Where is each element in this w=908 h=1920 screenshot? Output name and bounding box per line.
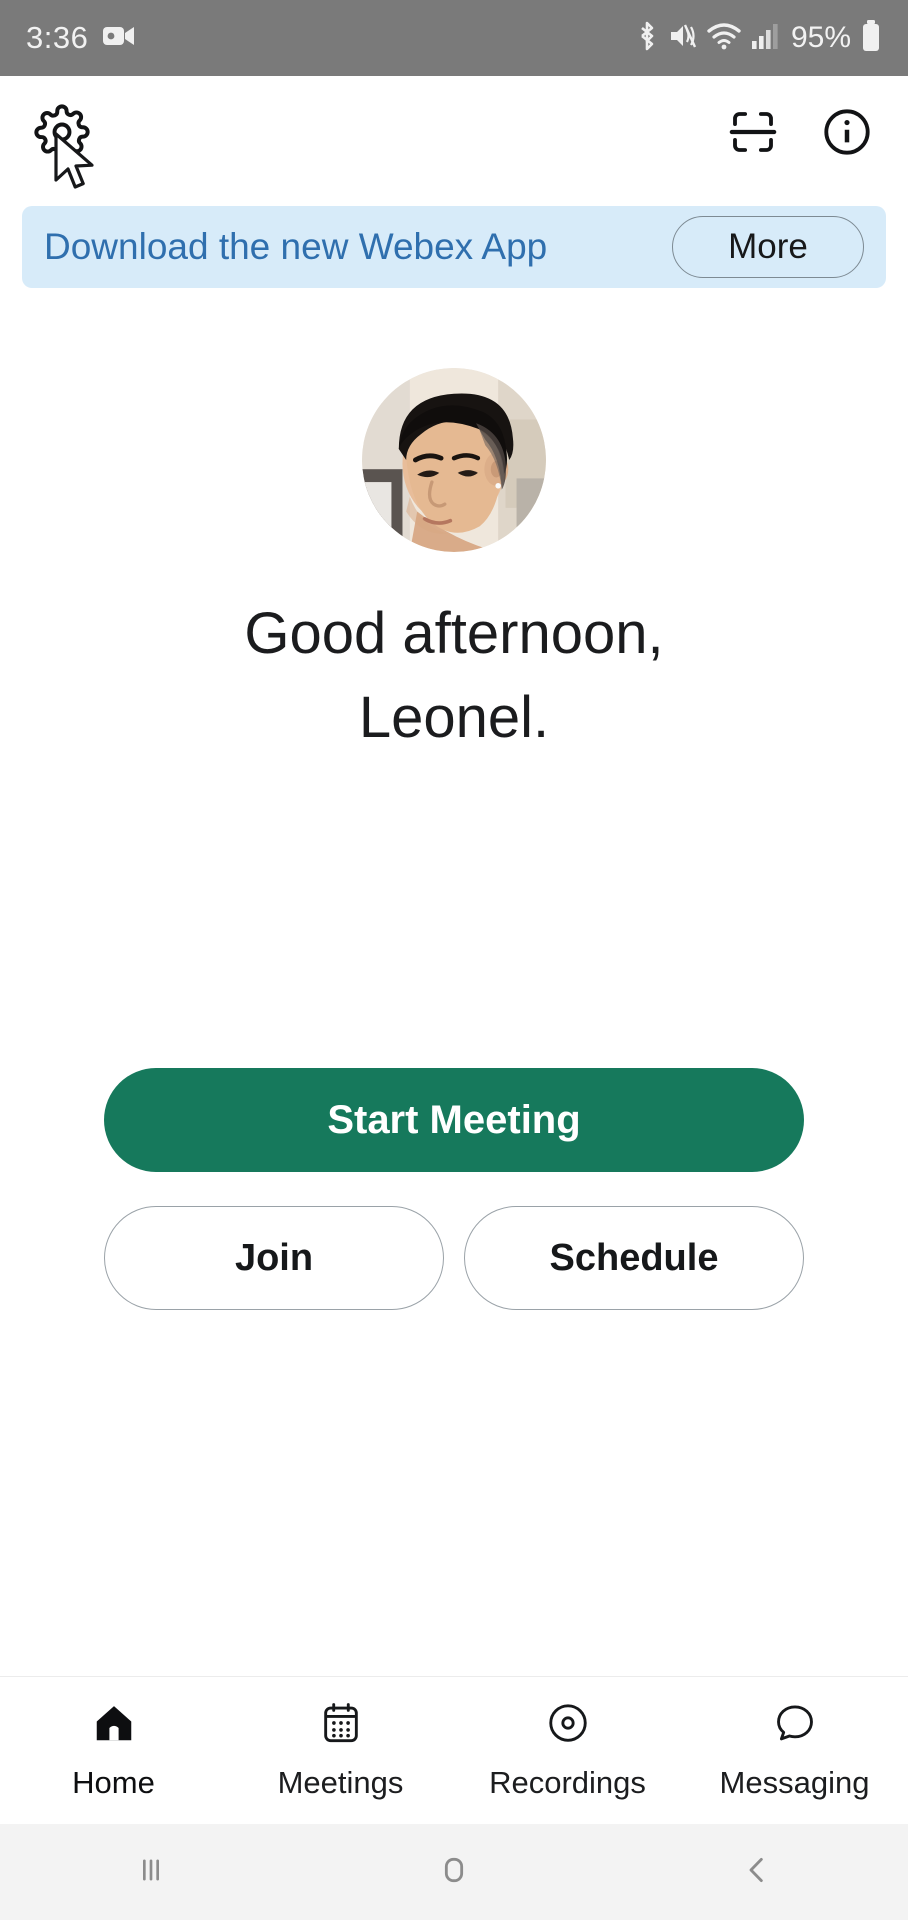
info-circle-icon — [820, 105, 874, 164]
recents-icon — [131, 1850, 171, 1895]
video-camera-icon — [102, 23, 136, 54]
tab-label-messaging: Messaging — [719, 1765, 870, 1800]
start-meeting-button[interactable]: Start Meeting — [104, 1068, 804, 1172]
info-button[interactable] — [820, 105, 874, 164]
greeting-text: Good afternoon, Leonel. — [244, 592, 663, 760]
back-chevron-icon — [737, 1850, 777, 1895]
recents-button[interactable] — [0, 1850, 303, 1895]
tab-recordings[interactable]: Recordings — [454, 1700, 681, 1801]
scan-code-icon — [726, 105, 780, 164]
bottom-tab-bar: Home Meetings Recordings Messaging — [0, 1676, 908, 1824]
gear-icon — [34, 103, 90, 165]
disc-record-icon — [545, 1700, 591, 1751]
main-content: Good afternoon, Leonel. Start Meeting Jo… — [0, 288, 908, 1676]
status-bar: 3:36 95% — [0, 0, 908, 76]
schedule-button[interactable]: Schedule — [464, 1206, 804, 1310]
home-icon — [91, 1700, 137, 1751]
mute-vibrate-icon — [668, 21, 698, 56]
back-button[interactable] — [605, 1850, 908, 1895]
battery-percent-label: 95% — [790, 21, 851, 54]
action-buttons: Start Meeting Join Schedule — [0, 1068, 908, 1310]
avatar[interactable] — [362, 368, 546, 552]
greeting-line-2: Leonel. — [358, 685, 550, 751]
status-bar-left: 3:36 — [26, 20, 136, 56]
scan-code-button[interactable] — [726, 105, 780, 164]
status-bar-clock: 3:36 — [26, 20, 89, 55]
app-bar-actions — [726, 105, 874, 164]
calendar-icon — [318, 1700, 364, 1751]
home-square-icon — [434, 1850, 474, 1895]
tab-meetings[interactable]: Meetings — [227, 1700, 454, 1801]
cellular-signal-icon — [750, 22, 778, 55]
tab-home[interactable]: Home — [0, 1700, 227, 1801]
wifi-icon — [707, 22, 741, 55]
android-nav-bar — [0, 1824, 908, 1920]
home-button[interactable] — [303, 1850, 606, 1895]
app-bar — [0, 76, 908, 192]
tab-label-recordings: Recordings — [489, 1765, 646, 1800]
status-bar-right: 95% — [635, 19, 882, 57]
settings-button[interactable] — [34, 103, 90, 165]
bluetooth-icon — [635, 20, 659, 57]
greeting-line-1: Good afternoon, — [244, 601, 664, 666]
chat-bubble-icon — [772, 1700, 818, 1751]
tab-messaging[interactable]: Messaging — [681, 1700, 908, 1801]
promo-banner-text: Download the new Webex App — [44, 226, 548, 267]
join-button[interactable]: Join — [104, 1206, 444, 1310]
promo-banner-container: Download the new Webex App More — [0, 206, 908, 288]
tab-label-meetings: Meetings — [277, 1765, 404, 1800]
promo-more-button[interactable]: More — [672, 216, 864, 278]
battery-icon — [860, 19, 882, 57]
phone-screen: 3:36 95% Download the new Webex App More… — [0, 0, 908, 1920]
tab-label-home: Home — [72, 1765, 155, 1800]
promo-banner[interactable]: Download the new Webex App More — [22, 206, 886, 288]
secondary-actions-row: Join Schedule — [104, 1206, 804, 1310]
user-avatar-photo — [362, 368, 546, 552]
